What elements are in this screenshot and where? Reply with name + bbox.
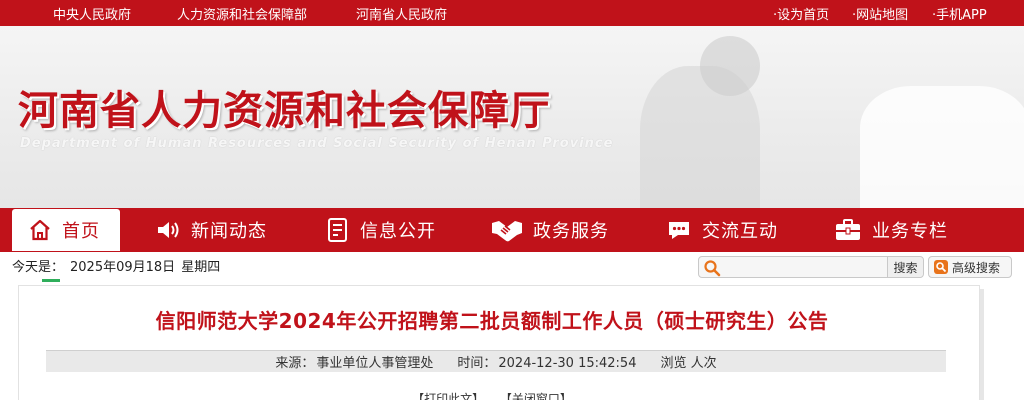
print-article-link[interactable]: 【打印此文】 bbox=[412, 392, 484, 400]
search-button[interactable]: 搜索 bbox=[887, 257, 923, 277]
site-subtitle: Department of Human Resources and Social… bbox=[20, 136, 614, 151]
nav-item-label: 首页 bbox=[62, 221, 100, 242]
advanced-search-button[interactable]: 高级搜索 bbox=[928, 256, 1012, 278]
close-window-link[interactable]: 【关闭窗口】 bbox=[500, 392, 572, 400]
nav-item-label: 信息公开 bbox=[360, 221, 436, 242]
advanced-search-icon bbox=[934, 260, 948, 274]
nav-item-business-column[interactable]: 业务专栏 bbox=[834, 208, 948, 252]
article-source: 来源： 事业单位人事管理处 bbox=[275, 352, 433, 371]
time-label: 时间： bbox=[457, 356, 497, 371]
link-ministry-hrss[interactable]: 人力资源和社会保障部 bbox=[177, 4, 307, 23]
time-value: 2024-12-30 15:42:54 bbox=[498, 356, 637, 371]
chat-icon bbox=[669, 222, 689, 239]
link-set-homepage[interactable]: ·设为首页 bbox=[773, 4, 829, 23]
nav-item-label: 业务专栏 bbox=[872, 221, 948, 242]
views-label: 浏览 bbox=[660, 356, 687, 371]
advanced-search-label: 高级搜索 bbox=[952, 260, 1001, 275]
handshake-icon bbox=[492, 221, 522, 242]
nav-item-home[interactable]: 首页 bbox=[12, 209, 120, 251]
article-panel bbox=[18, 285, 980, 400]
views-suffix: 人次 bbox=[690, 356, 717, 371]
source-label: 来源： bbox=[275, 356, 315, 371]
article-meta-bar: 来源： 事业单位人事管理处 时间： 2024-12-30 15:42:54 浏览 人… bbox=[46, 350, 946, 372]
today-date: 今天是： 2025年09月18日 星期四 bbox=[12, 256, 226, 275]
nav-item-services[interactable]: 政务服务 bbox=[491, 208, 609, 252]
article-time: 时间： 2024-12-30 15:42:54 bbox=[457, 352, 636, 371]
nav-item-label: 新闻动态 bbox=[191, 221, 267, 242]
article-views: 浏览 人次 bbox=[660, 352, 716, 371]
nav-item-label: 政务服务 bbox=[533, 221, 609, 242]
link-sitemap[interactable]: ·网站地图 bbox=[852, 4, 908, 23]
nav-item-info-disclosure[interactable]: 信息公开 bbox=[326, 208, 436, 252]
speaker-icon bbox=[158, 222, 179, 238]
banner-decoration bbox=[860, 86, 1024, 208]
nav-item-news[interactable]: 新闻动态 bbox=[155, 208, 267, 252]
top-bar: 中央人民政府 人力资源和社会保障部 河南省人民政府 ·设为首页 ·网站地图 ·手… bbox=[0, 0, 1024, 26]
today-weekday: 星期四 bbox=[181, 260, 221, 275]
header-banner: 河南省人力资源和社会保障厅 Department of Human Resour… bbox=[0, 26, 1024, 208]
document-icon bbox=[328, 218, 347, 242]
home-icon bbox=[30, 219, 50, 241]
nav-item-interaction[interactable]: 交流互动 bbox=[666, 208, 778, 252]
search-box: 搜索 bbox=[698, 256, 924, 278]
nav-item-label: 交流互动 bbox=[702, 221, 778, 242]
link-mobile-app[interactable]: ·手机APP bbox=[932, 4, 987, 23]
search-input[interactable] bbox=[723, 259, 887, 275]
source-value: 事业单位人事管理处 bbox=[316, 356, 434, 371]
briefcase-icon bbox=[836, 219, 860, 240]
banner-decoration bbox=[700, 36, 760, 96]
article-actions: 【打印此文】 【关闭窗口】 bbox=[0, 390, 984, 400]
link-henan-government[interactable]: 河南省人民政府 bbox=[356, 4, 447, 23]
site-title: 河南省人力资源和社会保障厅 bbox=[18, 88, 551, 134]
today-label: 今天是： bbox=[12, 260, 65, 275]
main-nav: 首页 新闻动态 信息公开 政务服务 交流互动 业务专栏 bbox=[0, 208, 1024, 252]
search-icon bbox=[704, 260, 721, 277]
today-date-value: 2025年09月18日 bbox=[70, 260, 176, 275]
accent-marker bbox=[42, 279, 60, 282]
article-title: 信阳师范大学2024年公开招聘第二批员额制工作人员（硕士研究生）公告 bbox=[155, 309, 829, 333]
link-central-government[interactable]: 中央人民政府 bbox=[53, 4, 131, 23]
